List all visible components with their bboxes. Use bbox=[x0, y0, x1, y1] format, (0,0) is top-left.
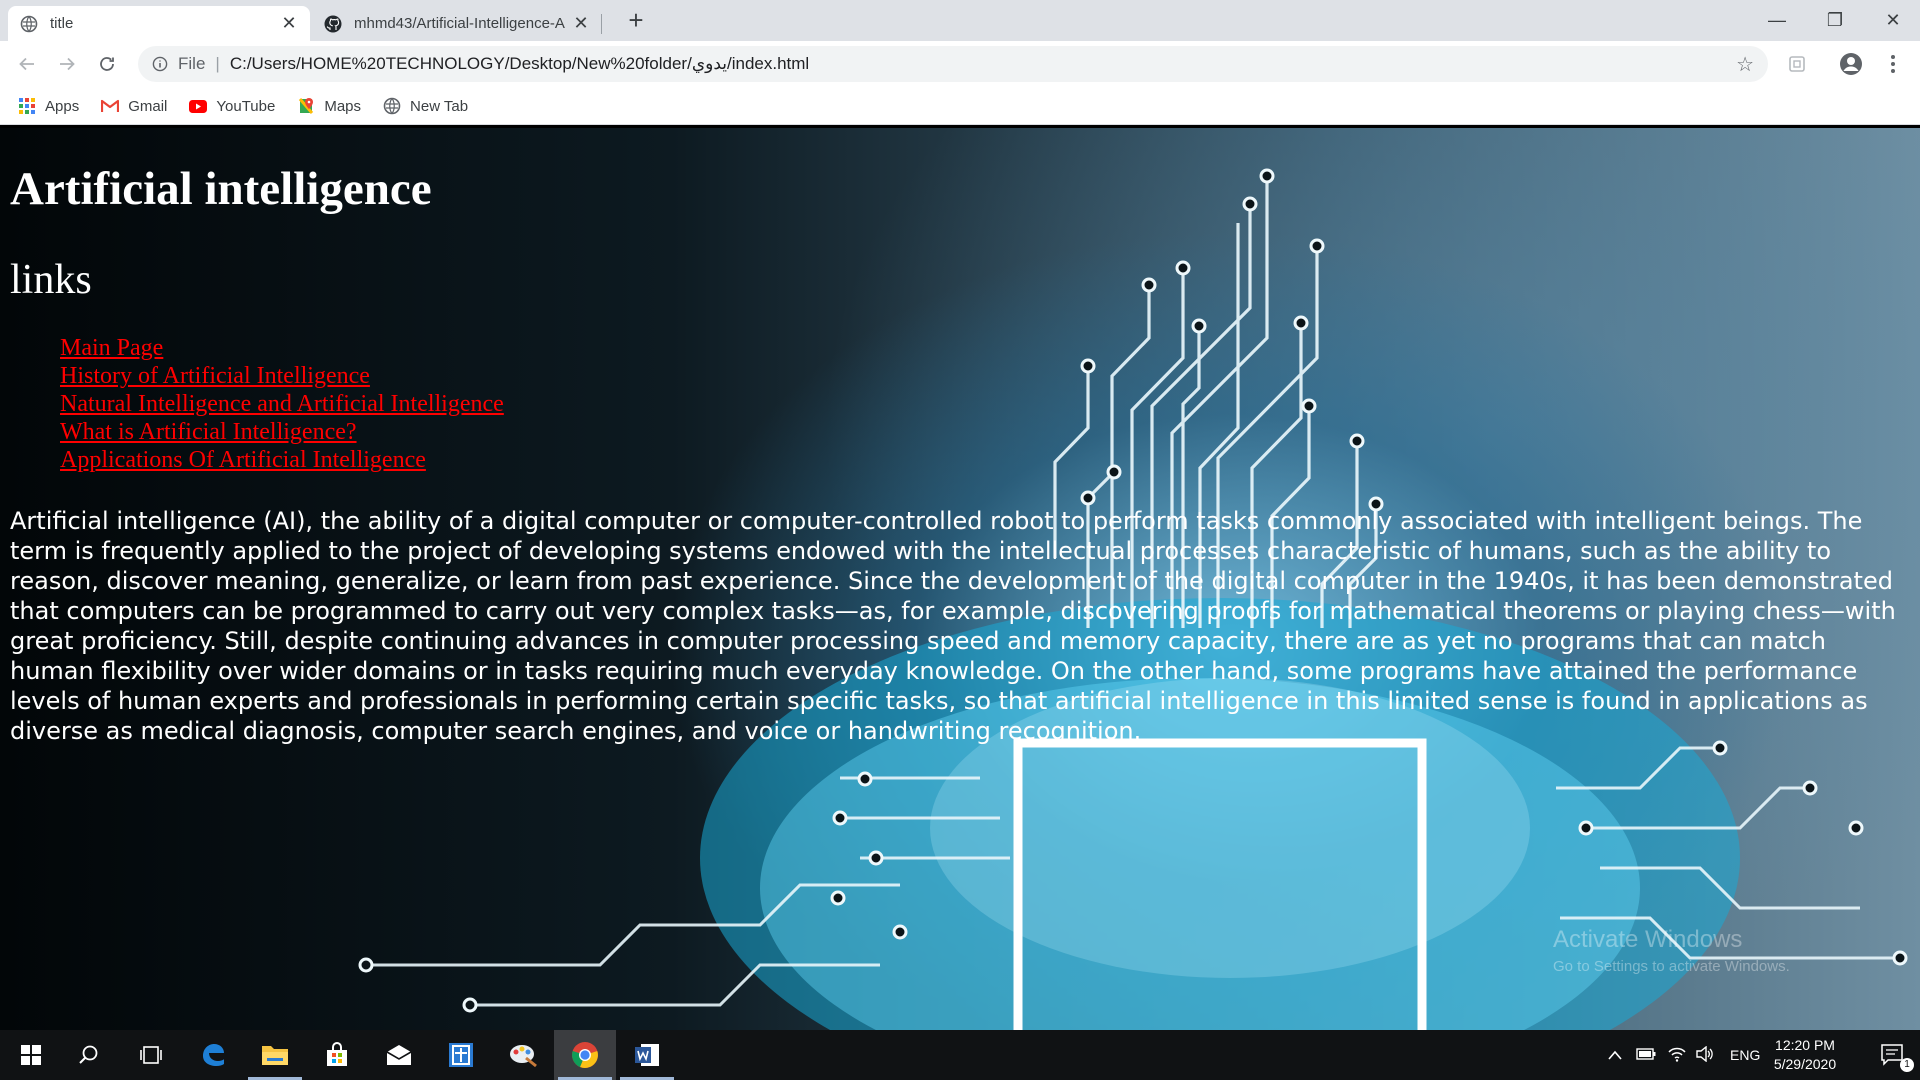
bookmark-label: Apps bbox=[45, 97, 80, 115]
notification-center-icon[interactable]: 1 bbox=[1862, 1030, 1920, 1080]
bookmark-label: New Tab bbox=[410, 97, 469, 115]
intro-paragraph: Artificial intelligence (AI), the abilit… bbox=[10, 507, 1896, 745]
list-item: Applications Of Artificial Intelligence bbox=[60, 446, 1910, 474]
mail-icon[interactable] bbox=[368, 1030, 430, 1080]
browser-toolbar: File | C:/Users/HOME%20TECHNOLOGY/Deskto… bbox=[0, 41, 1920, 88]
globe-icon bbox=[20, 15, 38, 33]
menu-kebab-icon[interactable] bbox=[1878, 49, 1908, 79]
bookmark-label: YouTube bbox=[216, 97, 276, 115]
chevron-up-icon[interactable] bbox=[1608, 1047, 1622, 1063]
new-tab-button[interactable]: + bbox=[622, 6, 650, 34]
url-scheme-label: File bbox=[178, 54, 206, 73]
gmail-icon bbox=[101, 97, 120, 115]
link-main-page[interactable]: Main Page bbox=[60, 335, 163, 361]
clock[interactable]: 12:20 PM 5/29/2020 bbox=[1760, 1036, 1850, 1074]
task-view-icon[interactable] bbox=[120, 1030, 182, 1080]
word-icon[interactable] bbox=[616, 1030, 678, 1080]
input-language[interactable]: ENG bbox=[1730, 1047, 1760, 1063]
youtube-icon bbox=[189, 97, 208, 115]
calculator-icon[interactable] bbox=[430, 1030, 492, 1080]
tab-divider bbox=[601, 14, 602, 34]
bookmark-gmail[interactable]: Gmail bbox=[101, 97, 167, 115]
bookmark-star-icon[interactable]: ☆ bbox=[1736, 52, 1754, 77]
link-what-is-ai[interactable]: What is Artificial Intelligence? bbox=[60, 419, 357, 445]
forward-icon[interactable] bbox=[52, 49, 82, 79]
globe-icon bbox=[383, 97, 401, 115]
back-icon[interactable] bbox=[12, 49, 42, 79]
battery-icon[interactable] bbox=[1636, 1047, 1656, 1063]
maps-icon bbox=[297, 97, 315, 115]
apps-grid-icon bbox=[18, 97, 36, 115]
volume-icon[interactable] bbox=[1696, 1045, 1714, 1065]
bookmark-new-tab[interactable]: New Tab bbox=[383, 97, 468, 115]
bookmark-youtube[interactable]: YouTube bbox=[189, 97, 275, 115]
chrome-icon[interactable] bbox=[554, 1030, 616, 1080]
url-divider: | bbox=[215, 54, 220, 73]
tab-github[interactable]: mhmd43/Artificial-Intelligence-A ✕ bbox=[312, 6, 602, 41]
watermark-title: Activate Windows bbox=[1553, 926, 1743, 953]
close-tab-icon[interactable]: ✕ bbox=[572, 13, 590, 34]
url-text[interactable]: C:/Users/HOME%20TECHNOLOGY/Desktop/New%2… bbox=[230, 54, 1736, 74]
tab-label: mhmd43/Artificial-Intelligence-A bbox=[354, 15, 565, 32]
system-tray: ENG bbox=[1608, 1030, 1760, 1080]
links-heading: links bbox=[10, 257, 92, 303]
minimize-button[interactable]: — bbox=[1748, 0, 1806, 41]
file-explorer-icon[interactable] bbox=[244, 1030, 306, 1080]
watermark-subtitle: Go to Settings to activate Windows. bbox=[1553, 958, 1790, 975]
link-history[interactable]: History of Artificial Intelligence bbox=[60, 363, 370, 389]
bookmark-maps[interactable]: Maps bbox=[297, 97, 361, 115]
clock-date: 5/29/2020 bbox=[1773, 1056, 1837, 1072]
windows-start-icon[interactable] bbox=[0, 1030, 62, 1080]
list-item: History of Artificial Intelligence bbox=[60, 362, 1910, 390]
page-content: Artificial intelligence links Main Page … bbox=[10, 128, 1910, 746]
github-icon bbox=[324, 15, 342, 33]
clock-time: 12:20 PM bbox=[1775, 1037, 1835, 1053]
close-tab-icon[interactable]: ✕ bbox=[280, 13, 298, 34]
search-icon[interactable] bbox=[58, 1030, 120, 1080]
reload-icon[interactable] bbox=[92, 49, 122, 79]
info-icon[interactable] bbox=[150, 54, 170, 74]
wifi-icon[interactable] bbox=[1668, 1046, 1686, 1065]
tab-label: title bbox=[50, 15, 74, 32]
address-bar[interactable]: File | C:/Users/HOME%20TECHNOLOGY/Deskto… bbox=[138, 46, 1768, 82]
bookmark-label: Maps bbox=[324, 97, 362, 115]
tab-title[interactable]: title ✕ bbox=[8, 6, 310, 41]
tab-strip: title ✕ mhmd43/Artificial-Intelligence-A… bbox=[0, 0, 1920, 41]
links-list: Main Page History of Artificial Intellig… bbox=[60, 334, 1910, 474]
paint-icon[interactable] bbox=[492, 1030, 554, 1080]
link-applications[interactable]: Applications Of Artificial Intelligence bbox=[60, 447, 426, 473]
extension-icon[interactable] bbox=[1782, 49, 1812, 79]
page-title: Artificial intelligence bbox=[10, 163, 432, 215]
list-item: Main Page bbox=[60, 334, 1910, 362]
store-icon[interactable] bbox=[306, 1030, 368, 1080]
link-natural-vs-artificial[interactable]: Natural Intelligence and Artificial Inte… bbox=[60, 391, 504, 417]
restore-button[interactable]: ❐ bbox=[1806, 0, 1864, 41]
edge-icon[interactable] bbox=[182, 1030, 244, 1080]
bookmark-apps[interactable]: Apps bbox=[18, 97, 79, 115]
list-item: Natural Intelligence and Artificial Inte… bbox=[60, 390, 1910, 418]
page-viewport: Artificial intelligence links Main Page … bbox=[0, 128, 1920, 1030]
close-window-button[interactable]: ✕ bbox=[1864, 0, 1920, 41]
windows-taskbar: ENG 12:20 PM 5/29/2020 1 bbox=[0, 1030, 1920, 1080]
list-item: What is Artificial Intelligence? bbox=[60, 418, 1910, 446]
profile-avatar-icon[interactable] bbox=[1836, 49, 1866, 79]
bookmark-label: Gmail bbox=[128, 97, 168, 115]
activate-windows-watermark: Activate Windows Go to Settings to activ… bbox=[1553, 926, 1790, 975]
bookmarks-bar: Apps Gmail YouTube Maps New Tab bbox=[0, 88, 1920, 125]
notification-badge: 1 bbox=[1900, 1058, 1914, 1072]
